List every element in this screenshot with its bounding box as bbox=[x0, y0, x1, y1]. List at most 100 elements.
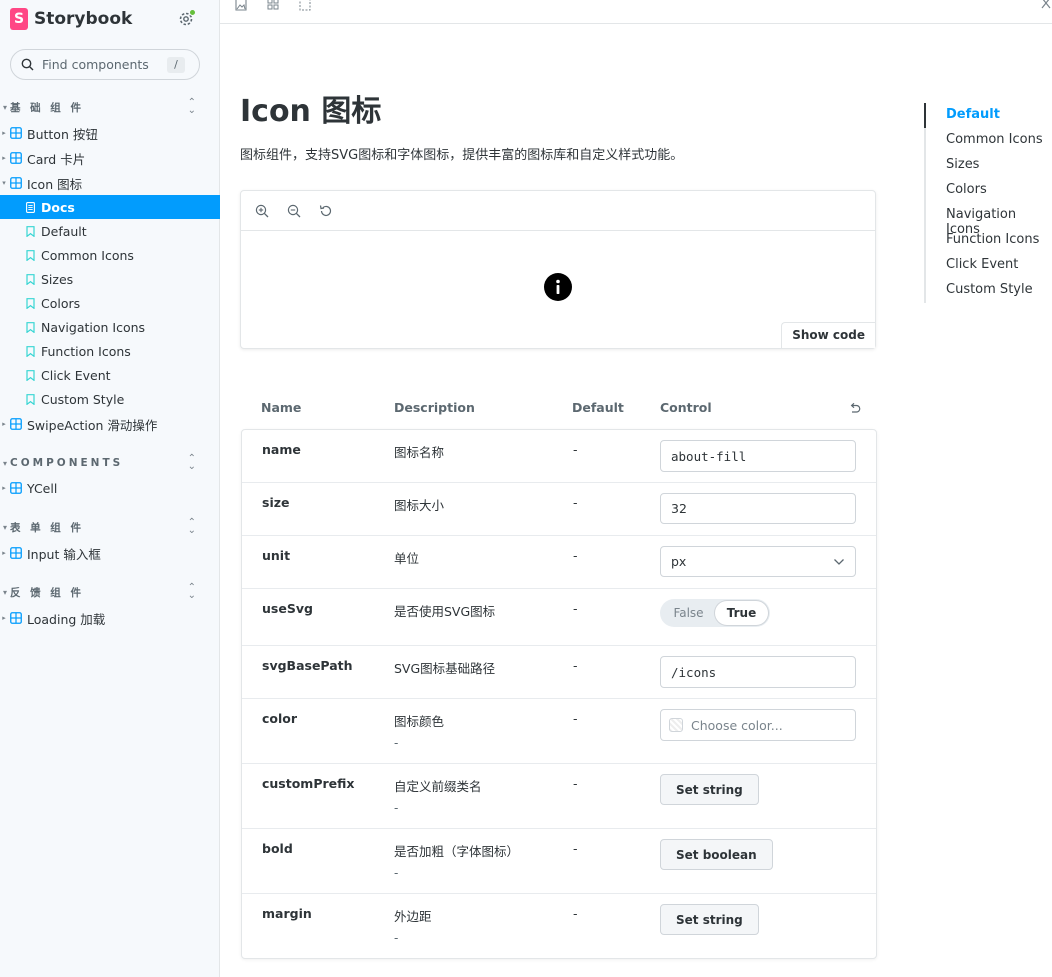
story-item-common-icons[interactable]: Common Icons bbox=[0, 243, 220, 267]
svgbasepath-text-control[interactable] bbox=[660, 656, 856, 688]
arg-description: 是否使用SVG图标 bbox=[394, 604, 496, 619]
story-label: Custom Style bbox=[41, 391, 125, 407]
arg-name: customPrefix bbox=[262, 776, 355, 791]
section-components[interactable]: ▾ COMPONENTS ⌃ ⌄ bbox=[0, 453, 220, 473]
arg-name: unit bbox=[262, 548, 291, 563]
table-row: name 图标名称 - bbox=[242, 430, 876, 483]
bookmark-icon bbox=[26, 345, 35, 357]
toggle-true-option[interactable]: True bbox=[715, 601, 768, 625]
section-title: 基 础 组 件 bbox=[10, 101, 84, 114]
tree-item-card[interactable]: ▸ Card 卡片 bbox=[0, 146, 220, 170]
table-row: bold 是否加粗（字体图标） - - Set boolean bbox=[242, 829, 876, 894]
section-feedback-components[interactable]: ▾ 反 馈 组 件 ⌃ ⌄ bbox=[0, 582, 220, 602]
expand-all-icon[interactable]: ⌃ ⌄ bbox=[188, 454, 196, 472]
expand-arrow-icon: ▸ bbox=[2, 420, 6, 428]
search-input[interactable] bbox=[42, 57, 162, 72]
expand-all-icon[interactable]: ⌃ ⌄ bbox=[188, 518, 196, 536]
story-label: Sizes bbox=[41, 271, 74, 287]
arg-default: - bbox=[573, 841, 578, 856]
arg-default: - bbox=[573, 548, 578, 563]
toc-link-function-icons[interactable]: Function Icons bbox=[946, 232, 1039, 247]
zoom-in-icon[interactable] bbox=[255, 204, 269, 218]
tree-item-icon[interactable]: ▾ Icon 图标 bbox=[0, 171, 220, 195]
tree-item-ycell[interactable]: ▸ YCell bbox=[0, 476, 220, 500]
search-icon bbox=[21, 58, 34, 71]
component-icon bbox=[10, 177, 22, 189]
name-text-control[interactable] bbox=[660, 440, 856, 472]
color-swatch[interactable] bbox=[669, 718, 683, 732]
section-form-components[interactable]: ▾ 表 单 组 件 ⌃ ⌄ bbox=[0, 517, 220, 537]
arg-description: 自定义前缀类名 bbox=[394, 779, 482, 794]
show-code-button[interactable]: Show code bbox=[781, 322, 875, 348]
color-picker-control[interactable] bbox=[660, 709, 856, 741]
toc-link-colors[interactable]: Colors bbox=[946, 182, 987, 197]
table-row: unit 单位 - px bbox=[242, 536, 876, 589]
expand-all-icon[interactable]: ⌃ ⌄ bbox=[188, 98, 196, 116]
expand-arrow-icon: ▸ bbox=[2, 154, 6, 162]
reset-controls-icon[interactable] bbox=[848, 401, 862, 415]
collapse-arrow-icon: ▾ bbox=[2, 458, 7, 468]
settings-button[interactable] bbox=[177, 9, 196, 28]
arg-description: 是否加粗（字体图标） bbox=[394, 844, 520, 859]
set-boolean-button[interactable]: Set boolean bbox=[660, 839, 773, 870]
usesvg-boolean-toggle[interactable]: False True bbox=[660, 599, 770, 627]
arg-type-summary: - bbox=[394, 736, 399, 750]
zoom-out-icon[interactable] bbox=[287, 204, 301, 218]
outline-icon[interactable] bbox=[299, 0, 311, 12]
tree-item-loading[interactable]: ▸ Loading 加载 bbox=[0, 606, 220, 630]
story-item-navigation-icons[interactable]: Navigation Icons bbox=[0, 315, 220, 339]
arg-type-summary: - bbox=[394, 801, 399, 815]
args-table: name 图标名称 - size 图标大小 - unit 单位 - px use… bbox=[241, 429, 877, 959]
storybook-brand[interactable]: S Storybook bbox=[10, 8, 132, 30]
story-item-function-icons[interactable]: Function Icons bbox=[0, 339, 220, 363]
component-icon bbox=[10, 482, 22, 494]
unit-select-control[interactable]: px bbox=[660, 546, 856, 577]
set-string-button[interactable]: Set string bbox=[660, 904, 759, 935]
story-item-custom-style[interactable]: Custom Style bbox=[0, 387, 220, 411]
tree-item-swipeaction[interactable]: ▸ SwipeAction 滑动操作 bbox=[0, 412, 220, 436]
story-item-sizes[interactable]: Sizes bbox=[0, 267, 220, 291]
tree-item-button[interactable]: ▸ Button 按钮 bbox=[0, 121, 220, 145]
expand-arrow-icon: ▸ bbox=[2, 614, 6, 622]
story-label: Click Event bbox=[41, 367, 111, 383]
story-item-docs[interactable]: Docs bbox=[0, 195, 220, 219]
close-icon[interactable] bbox=[1040, 0, 1052, 12]
arg-type-summary: - bbox=[394, 866, 399, 880]
table-row: useSvg 是否使用SVG图标 - False True bbox=[242, 589, 876, 646]
component-icon bbox=[10, 418, 22, 430]
image-icon[interactable] bbox=[235, 0, 247, 12]
arg-default: - bbox=[573, 776, 578, 791]
arg-description: SVG图标基础路径 bbox=[394, 661, 496, 676]
search-box[interactable]: / bbox=[10, 49, 200, 80]
set-string-button[interactable]: Set string bbox=[660, 774, 759, 805]
component-icon bbox=[10, 127, 22, 139]
tree-item-input[interactable]: ▸ Input 输入框 bbox=[0, 541, 220, 565]
toc-link-custom-style[interactable]: Custom Style bbox=[946, 282, 1033, 297]
tree-item-label: Card 卡片 bbox=[27, 151, 86, 167]
toc-link-common-icons[interactable]: Common Icons bbox=[946, 132, 1043, 147]
tree-item-label: Icon 图标 bbox=[27, 176, 83, 192]
bookmark-icon bbox=[26, 225, 35, 237]
column-header-control: Control bbox=[660, 400, 712, 415]
expand-all-icon[interactable]: ⌃ ⌄ bbox=[188, 583, 196, 601]
toggle-false-option[interactable]: False bbox=[662, 601, 715, 625]
color-input[interactable] bbox=[691, 717, 841, 733]
toc-link-default[interactable]: Default bbox=[946, 107, 1000, 122]
tree-item-label: Input 输入框 bbox=[27, 546, 101, 562]
zoom-reset-icon[interactable] bbox=[319, 204, 333, 218]
toc-link-sizes[interactable]: Sizes bbox=[946, 157, 979, 172]
arg-name: svgBasePath bbox=[262, 658, 353, 673]
story-label: Colors bbox=[41, 295, 81, 311]
size-number-control[interactable] bbox=[660, 493, 856, 524]
grid-icon[interactable] bbox=[267, 0, 279, 12]
table-row: margin 外边距 - - Set string bbox=[242, 894, 876, 959]
section-title: COMPONENTS bbox=[10, 457, 124, 469]
toc-link-click-event[interactable]: Click Event bbox=[946, 257, 1018, 272]
story-item-colors[interactable]: Colors bbox=[0, 291, 220, 315]
section-basic-components[interactable]: ▾ 基 础 组 件 ⌃ ⌄ bbox=[0, 97, 220, 117]
section-title: 表 单 组 件 bbox=[10, 521, 84, 534]
table-row: customPrefix 自定义前缀类名 - - Set string bbox=[242, 764, 876, 829]
story-item-default[interactable]: Default bbox=[0, 219, 220, 243]
tree-item-label: SwipeAction 滑动操作 bbox=[27, 417, 158, 433]
story-item-click-event[interactable]: Click Event bbox=[0, 363, 220, 387]
